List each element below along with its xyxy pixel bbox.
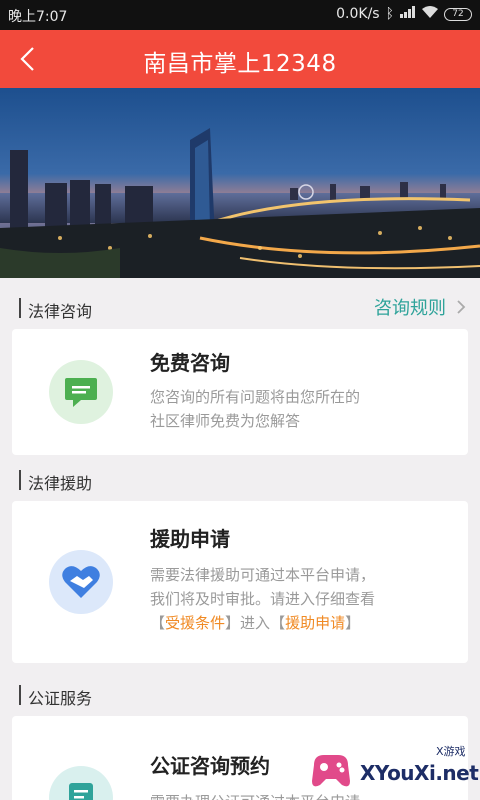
- desc-line: 【受援条件】进入【援助申请】: [150, 611, 460, 635]
- enter-text: 进入: [240, 614, 271, 632]
- bracket: 【: [150, 614, 166, 632]
- section-legal-aid: 法律援助: [0, 460, 480, 500]
- section-legal-consult: 法律咨询 咨询规则: [0, 288, 480, 328]
- app-header: 南昌市掌上12348: [0, 30, 480, 88]
- status-bar: 晚上7:07 0.0K/s ᛒ 72: [0, 0, 480, 30]
- bracket: 】: [345, 614, 361, 632]
- desc-line: 我们将及时审批。请进入仔细查看: [150, 590, 376, 608]
- card-description: 需要法律援助可通过本平台申请， 我们将及时审批。请进入仔细查看 【受援条件】进入…: [150, 563, 460, 635]
- desc-line: 需要法律援助可通过本平台申请，: [150, 566, 376, 584]
- desc-line: 您咨询的所有问题将由您所在的: [150, 388, 361, 406]
- status-indicators: 0.0K/s ᛒ 72: [336, 6, 472, 22]
- status-time: 晚上7:07: [8, 9, 68, 25]
- card-title: 公证咨询预约: [150, 754, 270, 778]
- watermark-logo: X游戏 XYouXi.net: [302, 735, 480, 800]
- network-speed: 0.0K/s: [336, 6, 380, 22]
- watermark-brand: XYouXi.net: [360, 761, 479, 785]
- bracket: 【: [270, 614, 286, 632]
- aid-apply-card[interactable]: 援助申请 需要法律援助可通过本平台申请， 我们将及时审批。请进入仔细查看 【受援…: [12, 501, 468, 663]
- page-title: 南昌市掌上12348: [143, 51, 337, 77]
- bracket: 】: [225, 614, 241, 632]
- consult-rules-label: 咨询规则: [374, 298, 446, 319]
- desc-line: 社区律师免费为您解答: [150, 412, 301, 430]
- section-divider: [19, 685, 21, 705]
- chevron-right-icon: [457, 300, 466, 314]
- card-title: 援助申请: [150, 527, 230, 551]
- signal-icon: [400, 6, 416, 22]
- card-description: 您咨询的所有问题将由您所在的 社区律师免费为您解答: [150, 385, 450, 433]
- section-notary: 公证服务: [0, 675, 480, 715]
- aid-apply-link[interactable]: 援助申请: [285, 614, 345, 632]
- chat-bubble-icon: [49, 360, 113, 424]
- section-label: 法律援助: [28, 474, 93, 493]
- handshake-heart-icon: [49, 550, 113, 614]
- consult-rules-link[interactable]: 咨询规则: [374, 294, 466, 320]
- watermark-small-text: X游戏: [436, 745, 466, 758]
- gamepad-logo-icon: [312, 755, 350, 787]
- battery-icon: 72: [444, 7, 472, 21]
- section-divider: [19, 298, 21, 318]
- section-label: 公证服务: [28, 689, 93, 708]
- free-consult-card[interactable]: 免费咨询 您咨询的所有问题将由您所在的 社区律师免费为您解答: [12, 329, 468, 455]
- section-divider: [19, 470, 21, 490]
- section-label: 法律咨询: [28, 302, 93, 321]
- card-title: 免费咨询: [150, 351, 230, 375]
- banner-image: [0, 88, 480, 278]
- document-icon: [49, 766, 113, 800]
- wifi-icon: [422, 6, 438, 22]
- bluetooth-icon: ᛒ: [385, 6, 394, 22]
- aid-conditions-link[interactable]: 受援条件: [165, 614, 225, 632]
